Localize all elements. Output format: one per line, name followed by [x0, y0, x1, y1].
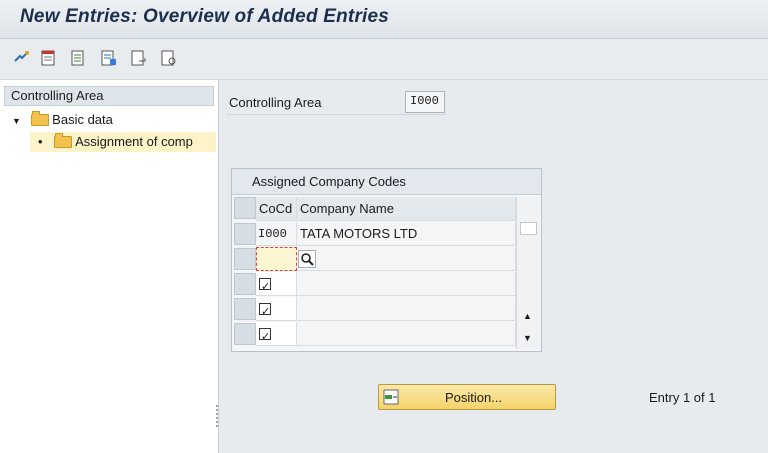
open-folder-icon: [54, 133, 73, 148]
cocd-cell[interactable]: [256, 297, 297, 321]
display-change-icon[interactable]: [13, 49, 31, 67]
row-selector[interactable]: [234, 223, 256, 245]
controlling-area-field: I000: [405, 91, 445, 113]
row-selector[interactable]: [234, 323, 256, 345]
position-button-label: Position...: [445, 390, 503, 405]
delete-icon[interactable]: [100, 49, 118, 67]
cocd-cell[interactable]: I000: [256, 222, 297, 246]
copy-icon[interactable]: [70, 49, 88, 67]
divider: [226, 114, 446, 115]
company-name-cell[interactable]: [297, 322, 516, 346]
position-icon: [383, 389, 399, 405]
cocd-cell[interactable]: [256, 272, 297, 296]
checkbox-icon[interactable]: [259, 300, 271, 320]
new-entries-icon[interactable]: [40, 49, 58, 67]
row-selector[interactable]: [234, 298, 256, 320]
select-all-icon[interactable]: [160, 49, 178, 67]
cocd-input[interactable]: [256, 247, 297, 271]
company-name-cell[interactable]: TATA MOTORS LTD: [297, 222, 516, 246]
row-selector[interactable]: [234, 248, 256, 270]
search-help-icon[interactable]: [298, 250, 316, 268]
scroll-down-icon[interactable]: ▼: [523, 333, 532, 343]
bullet-icon: •: [38, 134, 43, 149]
checkbox-icon[interactable]: [259, 325, 271, 345]
table-title: Assigned Company Codes: [232, 169, 541, 195]
title-bar: New Entries: Overview of Added Entries: [0, 0, 768, 39]
cocd-cell[interactable]: [256, 322, 297, 346]
tree-header: Controlling Area: [4, 86, 214, 106]
column-header-cocd[interactable]: CoCd: [256, 197, 297, 221]
checkbox-icon[interactable]: [259, 275, 271, 295]
controlling-area-label: Controlling Area: [229, 95, 322, 110]
folder-icon: [30, 111, 49, 126]
toolbar: [0, 39, 768, 80]
page-title: New Entries: Overview of Added Entries: [20, 6, 390, 27]
company-name-cell[interactable]: [297, 247, 516, 271]
scroll-thumb[interactable]: [520, 222, 537, 235]
company-name-cell[interactable]: [297, 272, 516, 296]
tree-item-assignment[interactable]: • Assignment of comp: [30, 132, 216, 152]
expand-arrow-icon[interactable]: ▼: [12, 116, 21, 126]
navigation-tree-panel: Controlling Area ▼ Basic data • Assignme…: [0, 80, 219, 453]
tree-item-basic-data[interactable]: ▼ Basic data: [12, 110, 113, 130]
tree-item-label: Assignment of comp: [75, 134, 193, 149]
column-header-company-name[interactable]: Company Name: [297, 197, 516, 221]
panel-splitter[interactable]: [216, 405, 218, 427]
position-button[interactable]: Position...: [378, 384, 556, 410]
select-all-rows[interactable]: [234, 197, 256, 219]
company-name-cell[interactable]: [297, 297, 516, 321]
vertical-scrollbar[interactable]: ▲ ▼: [516, 197, 540, 349]
scroll-up-icon[interactable]: ▲: [523, 311, 532, 321]
row-selector[interactable]: [234, 273, 256, 295]
entry-count: Entry 1 of 1: [649, 390, 716, 405]
undo-icon[interactable]: [130, 49, 148, 67]
tree-item-label: Basic data: [52, 112, 113, 127]
